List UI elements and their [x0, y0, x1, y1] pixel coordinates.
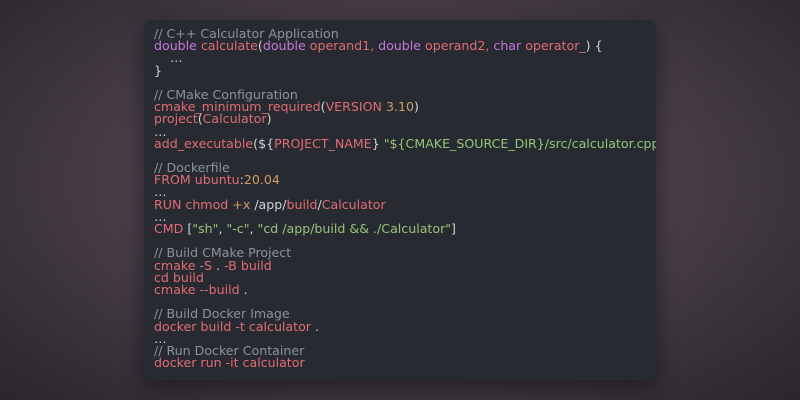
code-variable: PROJECT_NAME: [274, 135, 372, 151]
code-punctuation: .: [314, 318, 319, 334]
code-line: RUN chmod +x /app/build/Calculator: [154, 196, 646, 212]
code-image-name: ubuntu: [194, 172, 240, 188]
code-argument: calculator: [248, 318, 315, 334]
code-punctuation: ): [413, 99, 419, 115]
code-subcommand: build: [200, 318, 236, 334]
code-punctuation: ]: [451, 221, 456, 236]
code-line: CMD ["sh", "-c", "cd /app/build && ./Cal…: [154, 221, 646, 236]
code-line: docker run -it calculator: [154, 355, 646, 371]
code-function-name: calculate: [200, 38, 258, 54]
code-punctuation: (${: [253, 135, 275, 151]
code-parameter: operand1,: [305, 38, 379, 54]
code-string: "cd /app/build && ./Calculator": [257, 221, 452, 236]
code-string: "sh": [192, 221, 219, 236]
code-flag: -B: [224, 257, 241, 273]
code-flag: +x: [232, 196, 255, 212]
code-punctuation: .: [216, 257, 225, 273]
code-snippet-window: // C++ Calculator Application double calc…: [144, 20, 656, 380]
code-line: add_executable(${PROJECT_NAME} "${CMAKE_…: [154, 135, 656, 151]
code-number: 3.10: [385, 99, 414, 115]
code-block: // C++ Calculator Application double calc…: [154, 27, 656, 371]
code-punctuation: ,: [249, 221, 258, 236]
code-command: chmod: [185, 196, 233, 212]
code-keyword: double: [262, 38, 306, 54]
code-path: /app/: [254, 196, 287, 212]
code-line: cmake -S . -B build: [154, 257, 646, 273]
code-argument: build: [240, 257, 272, 273]
code-argument: calculator: [242, 355, 305, 371]
code-string: "${CMAKE_SOURCE_DIR}/src/calculator.cpp": [383, 135, 656, 151]
code-line: double calculate(double operand1, double…: [154, 38, 646, 54]
code-parameter: operator_: [521, 38, 586, 54]
code-command: cmake: [154, 281, 200, 297]
code-line: project(Calculator): [154, 111, 646, 127]
code-line: FROM ubuntu:20.04: [154, 172, 646, 188]
code-line: }: [154, 64, 646, 77]
code-string: "-c": [226, 221, 250, 236]
code-flag: --build: [199, 281, 244, 297]
code-keyword: CMD: [154, 221, 188, 236]
code-punctuation: .: [243, 281, 248, 297]
code-function-name: add_executable: [154, 135, 254, 151]
code-punctuation: ) {: [585, 38, 603, 54]
code-flag: -t: [235, 318, 249, 334]
code-subcommand: run: [200, 355, 226, 371]
code-flag: -it: [225, 355, 243, 371]
code-parameter: operand2,: [421, 38, 494, 54]
code-line: docker build -t calculator .: [154, 318, 646, 334]
code-argument: Calculator: [202, 111, 267, 127]
code-keyword: char: [493, 38, 522, 54]
code-argument: VERSION: [325, 99, 386, 115]
code-line: cmake --build .: [154, 281, 646, 297]
code-punctuation: }: [371, 135, 384, 151]
code-punctuation: ): [266, 111, 272, 127]
code-path: Calculator: [321, 196, 386, 212]
code-keyword: double: [378, 38, 422, 54]
code-command: docker: [154, 355, 201, 371]
code-number: 20.04: [243, 172, 280, 188]
code-line: …: [154, 52, 646, 65]
code-path: build: [286, 196, 318, 212]
